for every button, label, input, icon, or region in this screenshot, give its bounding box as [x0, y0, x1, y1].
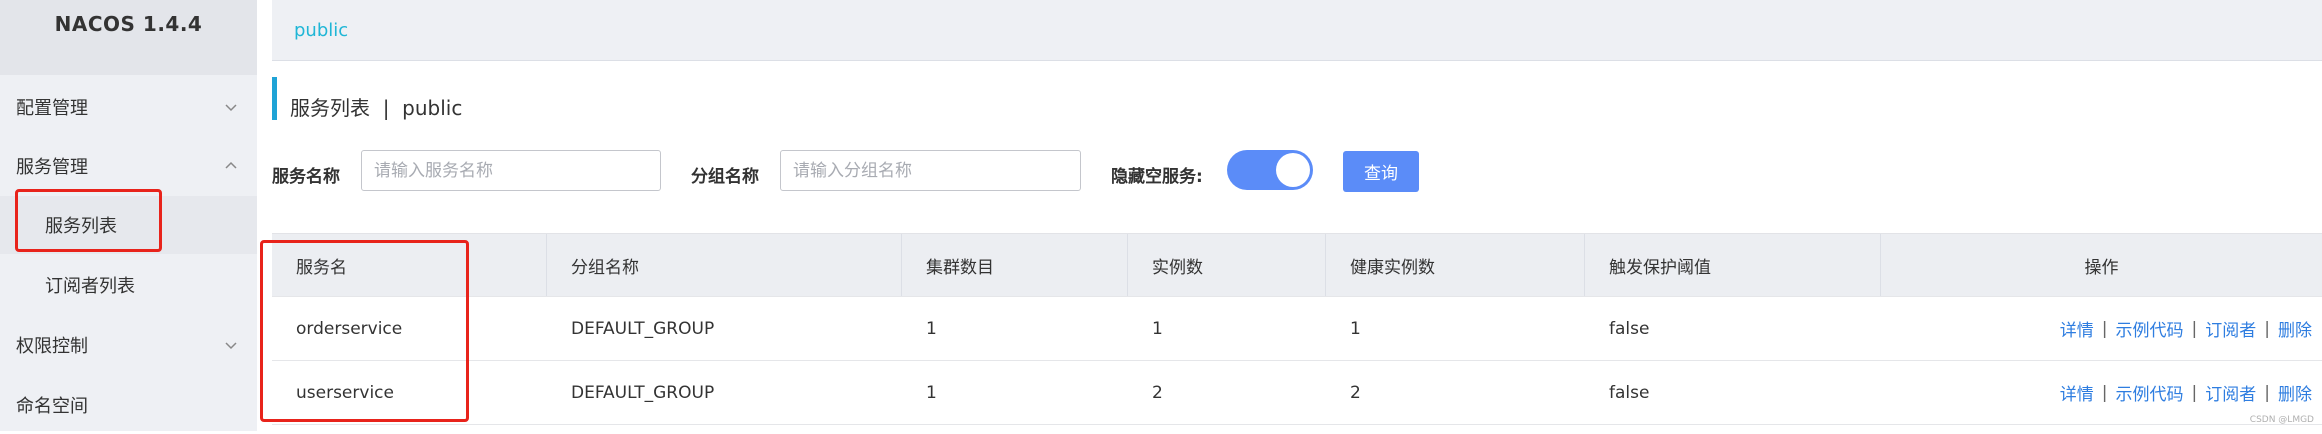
sample-code-link[interactable]: 示例代码 [2116, 380, 2184, 405]
action-separator: | [2264, 318, 2270, 339]
table-row: userservice DEFAULT_GROUP 1 2 2 false 详情… [272, 361, 2322, 425]
namespace-bar: public [272, 0, 2322, 61]
column-header-actions: 操作 [2084, 257, 2119, 278]
sidebar-item-label: 订阅者列表 [45, 276, 135, 297]
cell-group-name: DEFAULT_GROUP [571, 318, 715, 339]
column-header-protect-threshold: 触发保护阈值 [1585, 234, 1881, 296]
sidebar-item-subscriber-list[interactable]: 订阅者列表 [0, 256, 257, 314]
service-name-label: 服务名称 [272, 167, 340, 187]
sidebar-item-label: 配置管理 [16, 98, 88, 119]
delete-link[interactable]: 删除 [2278, 316, 2312, 341]
chevron-down-icon [225, 342, 237, 350]
column-header-healthy-count: 健康实例数 [1326, 234, 1585, 296]
subscribers-link[interactable]: 订阅者 [2205, 380, 2256, 405]
page-title: 服务列表 | public [290, 96, 463, 120]
column-header-group-name: 分组名称 [547, 234, 902, 296]
column-header-instance-count: 实例数 [1128, 234, 1326, 296]
table-row: orderservice DEFAULT_GROUP 1 1 1 false 详… [272, 297, 2322, 361]
details-link[interactable]: 详情 [2060, 380, 2094, 405]
sidebar-item-service-management[interactable]: 服务管理 [0, 137, 257, 195]
cell-healthy-count: 1 [1350, 318, 1361, 339]
table-header: 服务名 分组名称 集群数目 实例数 健康实例数 触发保护阈值 操作 [272, 233, 2322, 297]
cell-instance-count: 1 [1152, 318, 1163, 339]
subscribers-link[interactable]: 订阅者 [2205, 316, 2256, 341]
hide-empty-toggle[interactable] [1227, 150, 1313, 190]
cell-protect-threshold: false [1609, 318, 1650, 339]
highlight-box-sidebar [15, 189, 162, 252]
highlight-box-service-names [260, 240, 469, 422]
query-button[interactable]: 查询 [1343, 151, 1419, 192]
details-link[interactable]: 详情 [2060, 316, 2094, 341]
action-separator: | [2191, 318, 2198, 339]
brand-header: NACOS 1.4.4 [0, 0, 257, 75]
action-separator: | [2191, 382, 2198, 403]
cell-healthy-count: 2 [1350, 382, 1361, 403]
sidebar-item-label: 服务管理 [16, 157, 88, 178]
sidebar-item-access-control[interactable]: 权限控制 [0, 316, 257, 374]
sample-code-link[interactable]: 示例代码 [2116, 316, 2184, 341]
namespace-tab-public[interactable]: public [294, 20, 348, 41]
cell-cluster-count: 1 [926, 382, 937, 403]
cell-actions: 详情 | 示例代码 | 订阅者 | 删除 [1881, 297, 2322, 360]
hide-empty-label: 隐藏空服务: [1111, 167, 1203, 187]
delete-link[interactable]: 删除 [2278, 380, 2312, 405]
action-separator: | [2101, 318, 2108, 339]
sidebar-item-label: 权限控制 [16, 336, 88, 357]
sidebar-item-label: 命名空间 [16, 396, 88, 417]
cell-protect-threshold: false [1609, 382, 1650, 403]
group-name-input[interactable] [780, 150, 1081, 191]
column-header-cluster-count: 集群数目 [902, 234, 1128, 296]
action-separator: | [2264, 382, 2270, 403]
group-name-label: 分组名称 [691, 167, 759, 187]
toggle-knob [1276, 153, 1310, 187]
action-separator: | [2101, 382, 2108, 403]
cell-cluster-count: 1 [926, 318, 937, 339]
sidebar-item-config-management[interactable]: 配置管理 [0, 78, 257, 136]
chevron-up-icon [225, 161, 237, 169]
service-name-input[interactable] [361, 150, 661, 191]
brand-logo-text: NACOS 1.4.4 [54, 12, 203, 36]
service-table: 服务名 分组名称 集群数目 实例数 健康实例数 触发保护阈值 操作 orders… [272, 233, 2322, 425]
cell-instance-count: 2 [1152, 382, 1163, 403]
sidebar-item-namespace[interactable]: 命名空间 [0, 376, 257, 434]
chevron-down-icon [225, 104, 237, 112]
title-accent-bar [272, 77, 277, 120]
cell-group-name: DEFAULT_GROUP [571, 382, 715, 403]
watermark: CSDN @LMGD [2249, 415, 2314, 425]
